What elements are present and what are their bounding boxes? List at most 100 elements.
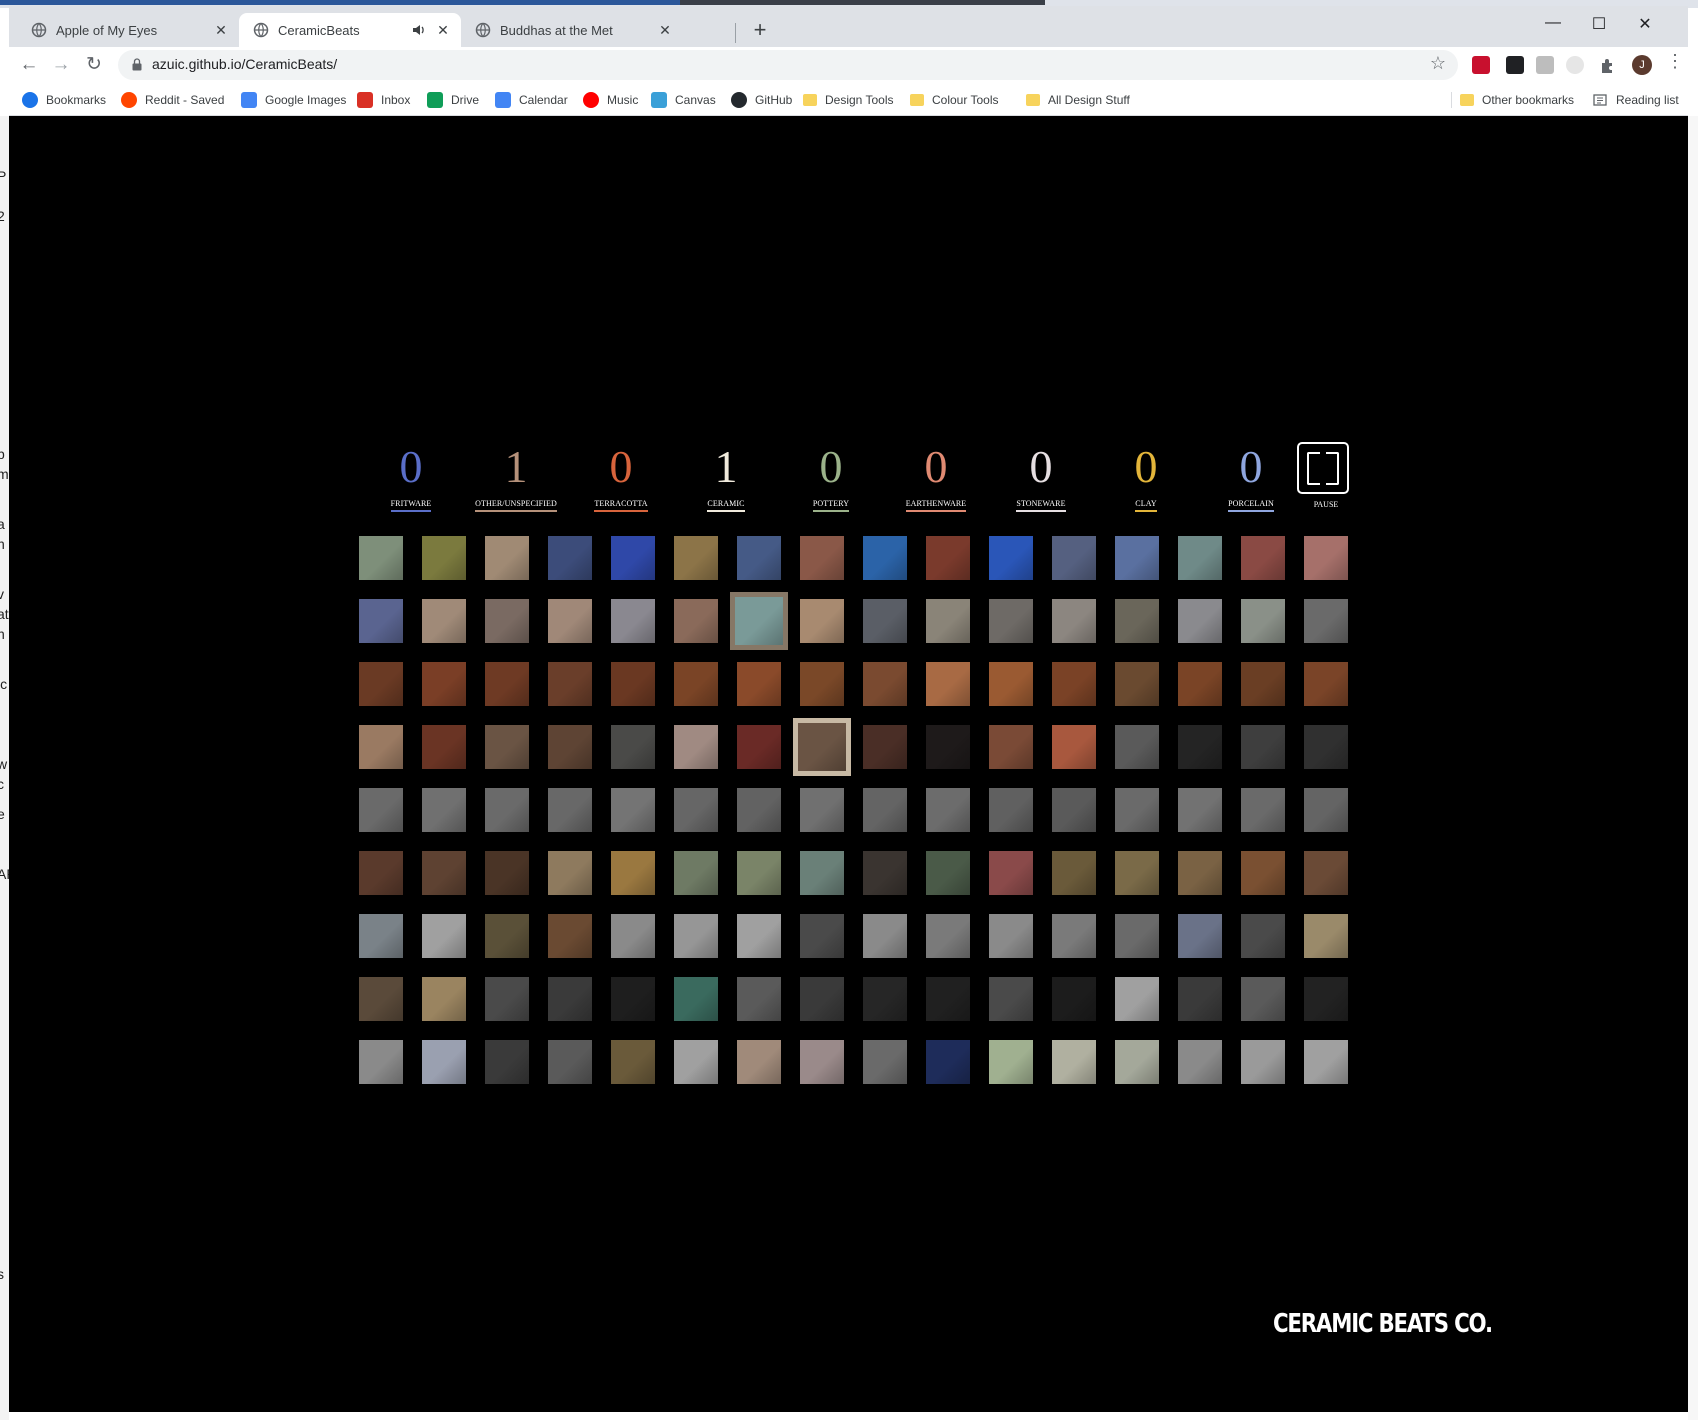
ceramic-tile[interactable]	[1178, 725, 1222, 769]
counter-other-unspecified[interactable]: 1 OTHER/UNSPECIFIED	[461, 441, 571, 512]
ceramic-tile[interactable]	[422, 788, 466, 832]
ceramic-tile[interactable]	[926, 1040, 970, 1084]
ceramic-tile[interactable]	[1052, 662, 1096, 706]
ceramic-tile[interactable]	[485, 914, 529, 958]
ceramic-tile[interactable]	[730, 592, 788, 650]
ceramic-tile[interactable]	[863, 599, 907, 643]
counter-porcelain[interactable]: 0 PORCELAIN	[1196, 441, 1306, 512]
ceramic-tile[interactable]	[737, 662, 781, 706]
ceramic-tile[interactable]	[926, 662, 970, 706]
minimize-button[interactable]: —	[1530, 14, 1576, 36]
bookmark-all-design-stuff[interactable]: All Design Stuff	[1026, 90, 1130, 110]
ceramic-tile[interactable]	[1115, 851, 1159, 895]
counter-pottery[interactable]: 0 POTTERY	[776, 441, 886, 512]
ceramic-tile[interactable]	[1178, 536, 1222, 580]
ceramic-tile[interactable]	[1115, 662, 1159, 706]
bookmark-google-images[interactable]: Google Images	[241, 90, 346, 110]
address-bar[interactable]: azuic.github.io/CeramicBeats/ ☆	[118, 50, 1458, 80]
ceramic-tile[interactable]	[485, 851, 529, 895]
extension-grey-icon[interactable]	[1536, 56, 1554, 74]
url-text[interactable]: azuic.github.io/CeramicBeats/	[152, 56, 337, 72]
ceramic-tile[interactable]	[1178, 851, 1222, 895]
ceramic-tile[interactable]	[863, 536, 907, 580]
counter-earthenware[interactable]: 0 EARTHENWARE	[881, 441, 991, 512]
ceramic-tile[interactable]	[548, 599, 592, 643]
ceramic-tile[interactable]	[926, 788, 970, 832]
ceramic-tile[interactable]	[989, 725, 1033, 769]
bookmark-reddit-saved[interactable]: Reddit - Saved	[121, 90, 224, 110]
ceramic-tile[interactable]	[800, 662, 844, 706]
ceramic-tile[interactable]	[863, 977, 907, 1021]
ceramic-tile[interactable]	[1241, 725, 1285, 769]
ceramic-tile[interactable]	[1241, 599, 1285, 643]
ceramic-tile[interactable]	[1178, 788, 1222, 832]
ceramic-tile[interactable]	[1241, 788, 1285, 832]
ceramic-tile[interactable]	[422, 851, 466, 895]
ceramic-tile[interactable]	[800, 788, 844, 832]
ceramic-tile[interactable]	[989, 977, 1033, 1021]
ceramic-tile[interactable]	[793, 718, 851, 776]
ceramic-tile[interactable]	[1052, 977, 1096, 1021]
ceramic-tile[interactable]	[863, 1040, 907, 1084]
back-button[interactable]: ←	[15, 51, 43, 79]
ceramic-tile[interactable]	[359, 851, 403, 895]
ceramic-tile[interactable]	[1178, 662, 1222, 706]
ceramic-tile[interactable]	[1052, 536, 1096, 580]
ceramic-tile[interactable]	[611, 662, 655, 706]
ceramic-tile[interactable]	[1241, 662, 1285, 706]
ceramic-tile[interactable]	[674, 725, 718, 769]
ceramic-tile[interactable]	[485, 977, 529, 1021]
ceramic-tile[interactable]	[800, 851, 844, 895]
ceramic-tile[interactable]	[1304, 788, 1348, 832]
ceramic-tile[interactable]	[989, 599, 1033, 643]
ceramic-tile[interactable]	[485, 536, 529, 580]
ceramic-tile[interactable]	[989, 536, 1033, 580]
ceramic-tile[interactable]	[989, 1040, 1033, 1084]
ceramic-tile[interactable]	[674, 536, 718, 580]
ceramic-tile[interactable]	[989, 851, 1033, 895]
ceramic-tile[interactable]	[359, 1040, 403, 1084]
ceramic-tile[interactable]	[926, 851, 970, 895]
counter-terracotta[interactable]: 0 TERRACOTTA	[566, 441, 676, 512]
ceramic-tile[interactable]	[674, 1040, 718, 1084]
ceramic-tile[interactable]	[737, 788, 781, 832]
ceramic-tile[interactable]	[1241, 851, 1285, 895]
browser-menu-icon[interactable]: ⋮	[1666, 51, 1684, 72]
ceramic-tile[interactable]	[359, 536, 403, 580]
ceramic-tile[interactable]	[359, 977, 403, 1021]
ceramic-tile[interactable]	[485, 1040, 529, 1084]
ceramic-tile[interactable]	[1115, 536, 1159, 580]
ceramic-tile[interactable]	[485, 725, 529, 769]
ceramic-tile[interactable]	[1052, 788, 1096, 832]
ceramic-tile[interactable]	[1115, 977, 1159, 1021]
tab-apple-of-my-eyes[interactable]: Apple of My Eyes ✕	[17, 13, 239, 47]
ceramic-tile[interactable]	[674, 599, 718, 643]
ceramic-tile[interactable]	[359, 662, 403, 706]
ceramic-tile[interactable]	[422, 662, 466, 706]
ceramic-tile[interactable]	[548, 662, 592, 706]
close-tab-icon[interactable]: ✕	[211, 22, 231, 39]
ceramic-tile[interactable]	[1052, 725, 1096, 769]
extension-glasses-icon[interactable]	[1566, 56, 1584, 74]
bookmark-drive[interactable]: Drive	[427, 90, 479, 110]
ceramic-tile[interactable]	[1304, 1040, 1348, 1084]
ceramic-tile[interactable]	[1178, 1040, 1222, 1084]
bookmark-inbox[interactable]: Inbox	[357, 90, 410, 110]
ceramic-tile[interactable]	[1052, 1040, 1096, 1084]
ceramic-tile[interactable]	[863, 914, 907, 958]
close-window-button[interactable]: ✕	[1622, 14, 1668, 36]
reload-button[interactable]: ↻	[80, 51, 108, 79]
ceramic-tile[interactable]	[485, 662, 529, 706]
ceramic-tile[interactable]	[674, 662, 718, 706]
bookmark-github[interactable]: GitHub	[731, 90, 792, 110]
ceramic-tile[interactable]	[674, 914, 718, 958]
reading-list-button[interactable]: Reading list	[1592, 90, 1679, 110]
speaker-icon[interactable]	[411, 22, 427, 38]
ceramic-tile[interactable]	[1241, 1040, 1285, 1084]
ceramic-tile[interactable]	[422, 536, 466, 580]
maximize-button[interactable]: ☐	[1576, 14, 1622, 36]
new-tab-button[interactable]: +	[747, 18, 773, 44]
ceramic-tile[interactable]	[1304, 914, 1348, 958]
ceramic-tile[interactable]	[800, 599, 844, 643]
ceramic-tile[interactable]	[548, 1040, 592, 1084]
